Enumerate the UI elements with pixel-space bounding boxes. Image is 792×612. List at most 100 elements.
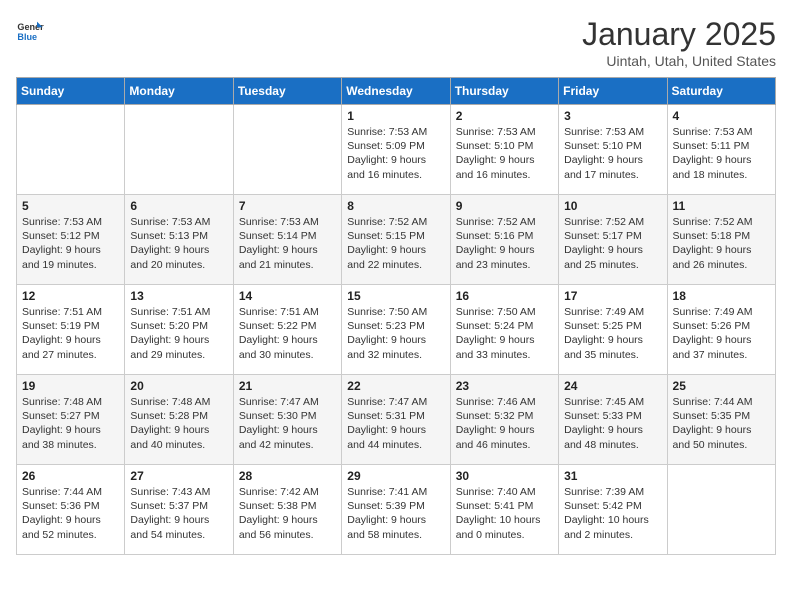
calendar-week-row: 12 Sunrise: 7:51 AMSunset: 5:19 PMDayligh…	[17, 285, 776, 375]
day-info: Sunrise: 7:48 AMSunset: 5:27 PMDaylight:…	[22, 395, 119, 452]
day-info: Sunrise: 7:49 AMSunset: 5:25 PMDaylight:…	[564, 305, 661, 362]
day-number: 2	[456, 109, 553, 123]
calendar-cell: 7 Sunrise: 7:53 AMSunset: 5:14 PMDaylight…	[233, 195, 341, 285]
day-info: Sunrise: 7:39 AMSunset: 5:42 PMDaylight:…	[564, 485, 661, 542]
calendar-cell: 25 Sunrise: 7:44 AMSunset: 5:35 PMDayligh…	[667, 375, 775, 465]
calendar-table: SundayMondayTuesdayWednesdayThursdayFrid…	[16, 77, 776, 555]
day-number: 11	[673, 199, 770, 213]
calendar-cell	[17, 105, 125, 195]
day-info: Sunrise: 7:40 AMSunset: 5:41 PMDaylight:…	[456, 485, 553, 542]
calendar-cell: 1Sunrise: 7:53 AMSunset: 5:09 PMDaylight…	[342, 105, 450, 195]
day-number: 20	[130, 379, 227, 393]
day-number: 25	[673, 379, 770, 393]
day-info: Sunrise: 7:50 AMSunset: 5:23 PMDaylight:…	[347, 305, 444, 362]
day-number: 31	[564, 469, 661, 483]
calendar-cell: 8 Sunrise: 7:52 AMSunset: 5:15 PMDaylight…	[342, 195, 450, 285]
day-number: 21	[239, 379, 336, 393]
weekday-header-wednesday: Wednesday	[342, 78, 450, 105]
day-info: Sunrise: 7:46 AMSunset: 5:32 PMDaylight:…	[456, 395, 553, 452]
weekday-header-thursday: Thursday	[450, 78, 558, 105]
calendar-cell	[233, 105, 341, 195]
day-number: 9	[456, 199, 553, 213]
calendar-cell: 6 Sunrise: 7:53 AMSunset: 5:13 PMDaylight…	[125, 195, 233, 285]
day-info: Sunrise: 7:48 AMSunset: 5:28 PMDaylight:…	[130, 395, 227, 452]
day-number: 13	[130, 289, 227, 303]
month-title: January 2025	[582, 16, 776, 53]
calendar-cell: 19 Sunrise: 7:48 AMSunset: 5:27 PMDayligh…	[17, 375, 125, 465]
day-info: Sunrise: 7:52 AMSunset: 5:18 PMDaylight:…	[673, 215, 770, 272]
day-number: 6	[130, 199, 227, 213]
location-title: Uintah, Utah, United States	[582, 53, 776, 69]
day-number: 8	[347, 199, 444, 213]
day-info: Sunrise: 7:51 AMSunset: 5:19 PMDaylight:…	[22, 305, 119, 362]
day-info: Sunrise: 7:47 AMSunset: 5:31 PMDaylight:…	[347, 395, 444, 452]
day-number: 26	[22, 469, 119, 483]
calendar-cell: 11 Sunrise: 7:52 AMSunset: 5:18 PMDayligh…	[667, 195, 775, 285]
weekday-header-friday: Friday	[559, 78, 667, 105]
calendar-week-row: 5 Sunrise: 7:53 AMSunset: 5:12 PMDaylight…	[17, 195, 776, 285]
day-number: 30	[456, 469, 553, 483]
day-number: 19	[22, 379, 119, 393]
title-block: January 2025 Uintah, Utah, United States	[582, 16, 776, 69]
calendar-cell: 22Sunrise: 7:47 AMSunset: 5:31 PMDayligh…	[342, 375, 450, 465]
day-number: 1	[347, 109, 444, 123]
day-info: Sunrise: 7:51 AMSunset: 5:22 PMDaylight:…	[239, 305, 336, 362]
day-info: Sunrise: 7:47 AMSunset: 5:30 PMDaylight:…	[239, 395, 336, 452]
day-number: 14	[239, 289, 336, 303]
calendar-cell: 14 Sunrise: 7:51 AMSunset: 5:22 PMDayligh…	[233, 285, 341, 375]
calendar-cell: 31 Sunrise: 7:39 AMSunset: 5:42 PMDayligh…	[559, 465, 667, 555]
day-info: Sunrise: 7:50 AMSunset: 5:24 PMDaylight:…	[456, 305, 553, 362]
day-info: Sunrise: 7:51 AMSunset: 5:20 PMDaylight:…	[130, 305, 227, 362]
calendar-cell: 29Sunrise: 7:41 AMSunset: 5:39 PMDayligh…	[342, 465, 450, 555]
calendar-cell: 28Sunrise: 7:42 AMSunset: 5:38 PMDayligh…	[233, 465, 341, 555]
svg-text:Blue: Blue	[17, 32, 37, 42]
calendar-cell: 17 Sunrise: 7:49 AMSunset: 5:25 PMDayligh…	[559, 285, 667, 375]
day-info: Sunrise: 7:53 AMSunset: 5:10 PMDaylight:…	[456, 125, 553, 182]
calendar-header-row: SundayMondayTuesdayWednesdayThursdayFrid…	[17, 78, 776, 105]
day-info: Sunrise: 7:43 AMSunset: 5:37 PMDaylight:…	[130, 485, 227, 542]
calendar-cell	[667, 465, 775, 555]
day-number: 4	[673, 109, 770, 123]
calendar-cell: 2 Sunrise: 7:53 AMSunset: 5:10 PMDaylight…	[450, 105, 558, 195]
day-info: Sunrise: 7:52 AMSunset: 5:16 PMDaylight:…	[456, 215, 553, 272]
calendar-cell	[125, 105, 233, 195]
weekday-header-saturday: Saturday	[667, 78, 775, 105]
weekday-header-sunday: Sunday	[17, 78, 125, 105]
calendar-cell: 15 Sunrise: 7:50 AMSunset: 5:23 PMDayligh…	[342, 285, 450, 375]
calendar-cell: 18Sunrise: 7:49 AMSunset: 5:26 PMDayligh…	[667, 285, 775, 375]
day-number: 27	[130, 469, 227, 483]
day-info: Sunrise: 7:44 AMSunset: 5:35 PMDaylight:…	[673, 395, 770, 452]
day-info: Sunrise: 7:53 AMSunset: 5:11 PMDaylight:…	[673, 125, 770, 182]
day-number: 29	[347, 469, 444, 483]
day-number: 10	[564, 199, 661, 213]
day-info: Sunrise: 7:53 AMSunset: 5:10 PMDaylight:…	[564, 125, 661, 182]
day-info: Sunrise: 7:53 AMSunset: 5:14 PMDaylight:…	[239, 215, 336, 272]
day-number: 3	[564, 109, 661, 123]
calendar-cell: 21 Sunrise: 7:47 AMSunset: 5:30 PMDayligh…	[233, 375, 341, 465]
calendar-week-row: 1Sunrise: 7:53 AMSunset: 5:09 PMDaylight…	[17, 105, 776, 195]
calendar-week-row: 19 Sunrise: 7:48 AMSunset: 5:27 PMDayligh…	[17, 375, 776, 465]
day-number: 5	[22, 199, 119, 213]
day-number: 12	[22, 289, 119, 303]
day-number: 16	[456, 289, 553, 303]
logo-icon: General Blue	[16, 16, 44, 44]
day-info: Sunrise: 7:52 AMSunset: 5:17 PMDaylight:…	[564, 215, 661, 272]
calendar-cell: 5 Sunrise: 7:53 AMSunset: 5:12 PMDaylight…	[17, 195, 125, 285]
day-number: 28	[239, 469, 336, 483]
weekday-header-tuesday: Tuesday	[233, 78, 341, 105]
calendar-cell: 12 Sunrise: 7:51 AMSunset: 5:19 PMDayligh…	[17, 285, 125, 375]
calendar-week-row: 26Sunrise: 7:44 AMSunset: 5:36 PMDayligh…	[17, 465, 776, 555]
day-info: Sunrise: 7:53 AMSunset: 5:13 PMDaylight:…	[130, 215, 227, 272]
day-number: 23	[456, 379, 553, 393]
weekday-header-monday: Monday	[125, 78, 233, 105]
calendar-cell: 27 Sunrise: 7:43 AMSunset: 5:37 PMDayligh…	[125, 465, 233, 555]
day-number: 15	[347, 289, 444, 303]
day-number: 17	[564, 289, 661, 303]
calendar-cell: 9 Sunrise: 7:52 AMSunset: 5:16 PMDaylight…	[450, 195, 558, 285]
day-info: Sunrise: 7:49 AMSunset: 5:26 PMDaylight:…	[673, 305, 770, 362]
day-info: Sunrise: 7:53 AMSunset: 5:12 PMDaylight:…	[22, 215, 119, 272]
logo: General Blue	[16, 16, 44, 44]
calendar-cell: 30 Sunrise: 7:40 AMSunset: 5:41 PMDayligh…	[450, 465, 558, 555]
day-info: Sunrise: 7:52 AMSunset: 5:15 PMDaylight:…	[347, 215, 444, 272]
day-number: 7	[239, 199, 336, 213]
